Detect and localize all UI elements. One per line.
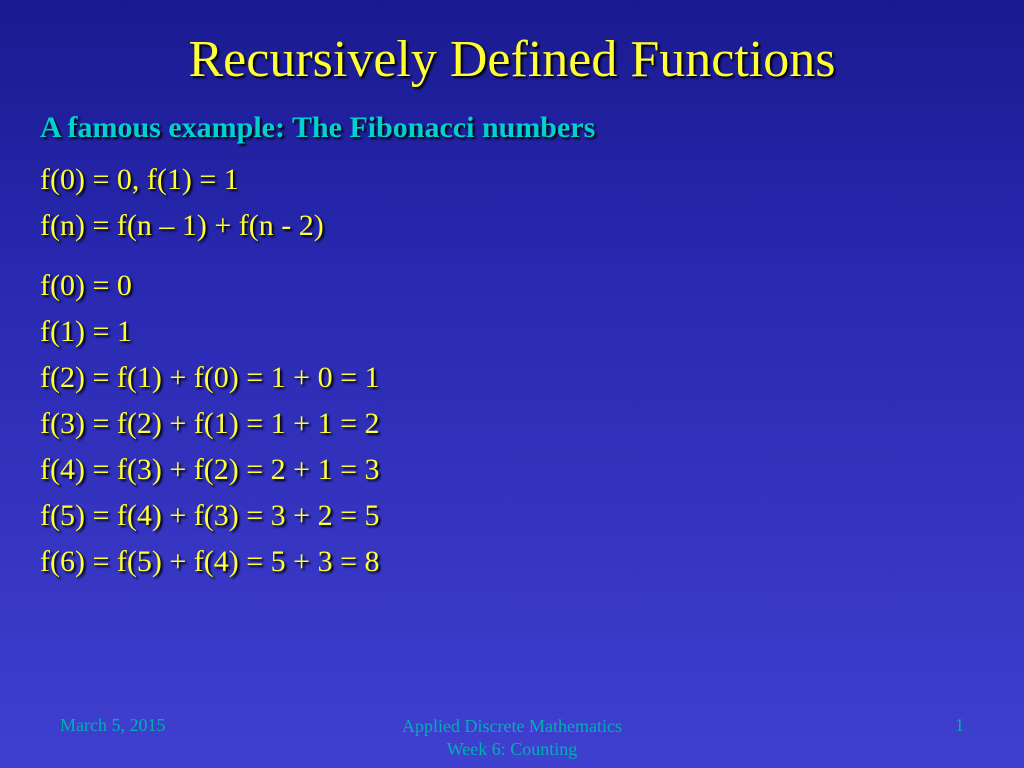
footer-course: Applied Discrete Mathematics Week 6: Cou… <box>402 715 622 760</box>
slide: Recursively Defined Functions A famous e… <box>0 0 1024 768</box>
definition-base: f(0) = 0, f(1) = 1 <box>40 163 984 197</box>
footer: March 5, 2015 Applied Discrete Mathemati… <box>0 715 1024 760</box>
spacer <box>40 255 984 269</box>
footer-page: 1 <box>814 715 964 736</box>
slide-title: Recursively Defined Functions <box>40 30 984 89</box>
sequence-line: f(4) = f(3) + f(2) = 2 + 1 = 3 <box>40 453 984 487</box>
sequence-line: f(6) = f(5) + f(4) = 5 + 3 = 8 <box>40 545 984 579</box>
slide-subtitle: A famous example: The Fibonacci numbers <box>40 111 984 145</box>
footer-date: March 5, 2015 <box>60 715 210 736</box>
sequence-line: f(0) = 0 <box>40 269 984 303</box>
sequence-line: f(1) = 1 <box>40 315 984 349</box>
sequence-line: f(3) = f(2) + f(1) = 1 + 1 = 2 <box>40 407 984 441</box>
footer-course-line1: Applied Discrete Mathematics <box>402 715 622 738</box>
sequence-line: f(2) = f(1) + f(0) = 1 + 0 = 1 <box>40 361 984 395</box>
footer-course-line2: Week 6: Counting <box>402 738 622 761</box>
sequence-line: f(5) = f(4) + f(3) = 3 + 2 = 5 <box>40 499 984 533</box>
definition-recursive: f(n) = f(n – 1) + f(n - 2) <box>40 209 984 243</box>
